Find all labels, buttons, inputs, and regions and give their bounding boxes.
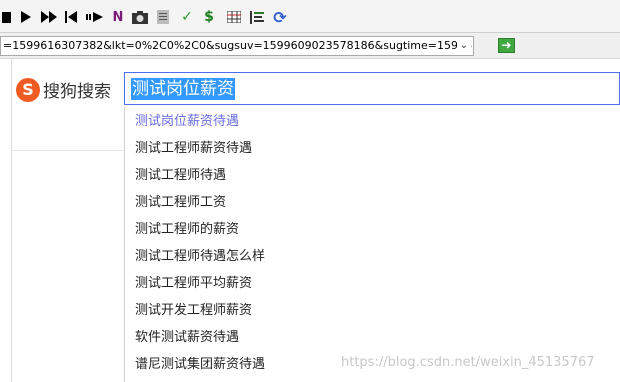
document-icon[interactable]	[156, 8, 170, 26]
n-icon[interactable]: N	[112, 8, 124, 26]
step-icon[interactable]	[86, 8, 104, 26]
left-divider	[11, 59, 12, 382]
suggestion-item[interactable]: 测试工程师待遇	[135, 162, 226, 189]
checkmark-icon[interactable]: ✓	[180, 8, 194, 26]
sogou-logo[interactable]: S 搜狗搜索	[16, 77, 111, 102]
suggestion-item[interactable]: 测试岗位薪资待遇	[135, 108, 239, 135]
skip-back-icon[interactable]	[64, 8, 78, 26]
address-dropdown-icon[interactable]: ⌄	[457, 37, 471, 55]
camera-icon[interactable]	[132, 8, 148, 26]
suggestion-item[interactable]: 测试工程师工资	[135, 189, 226, 216]
address-url: =1599616307382&lkt=0%2C0%2C0&sugsuv=1599…	[3, 39, 473, 52]
search-query-selected: 测试岗位薪资	[131, 78, 235, 100]
suggestion-item[interactable]: 测试工程师薪资待遇	[135, 135, 252, 162]
suggestion-item[interactable]: 测试工程师待遇怎么样	[135, 243, 265, 270]
suggestion-item[interactable]: 谱尼测试集团薪资待遇	[135, 351, 265, 378]
table-icon[interactable]	[226, 8, 242, 26]
logo-mark: S	[16, 77, 40, 102]
suggestion-item[interactable]: 测试工程师的薪资	[135, 216, 239, 243]
watermark: https://blog.csdn.net/weixin_45135767	[341, 355, 595, 370]
suggestion-item[interactable]: 测试工程师平均薪资	[135, 270, 252, 297]
refresh-icon[interactable]: ⟳	[272, 8, 288, 27]
fast-forward-icon[interactable]	[40, 8, 58, 26]
go-button[interactable]: ➜	[498, 38, 515, 53]
suggestion-item[interactable]: 软件测试薪资待遇	[135, 324, 239, 351]
toolbar: N ✓ $ ⟳	[0, 0, 620, 33]
logo-text: 搜狗搜索	[43, 82, 111, 102]
header-divider	[12, 150, 124, 151]
search-input[interactable]: 测试岗位薪资	[124, 72, 620, 105]
address-input[interactable]: =1599616307382&lkt=0%2C0%2C0&sugsuv=1599…	[0, 36, 474, 56]
address-bar-row: =1599616307382&lkt=0%2C0%2C0&sugsuv=1599…	[0, 33, 620, 59]
suggestion-dropdown: 测试岗位薪资待遇 测试工程师薪资待遇 测试工程师待遇 测试工程师工资 测试工程师…	[124, 107, 620, 382]
list-indent-icon[interactable]	[249, 8, 265, 26]
dollar-icon[interactable]: $	[202, 8, 216, 26]
suggestion-item[interactable]: 测试开发工程师薪资	[135, 297, 252, 324]
arrow-right-icon: ➜	[501, 38, 512, 52]
stop-icon[interactable]	[0, 8, 12, 26]
play-icon[interactable]	[20, 8, 32, 26]
